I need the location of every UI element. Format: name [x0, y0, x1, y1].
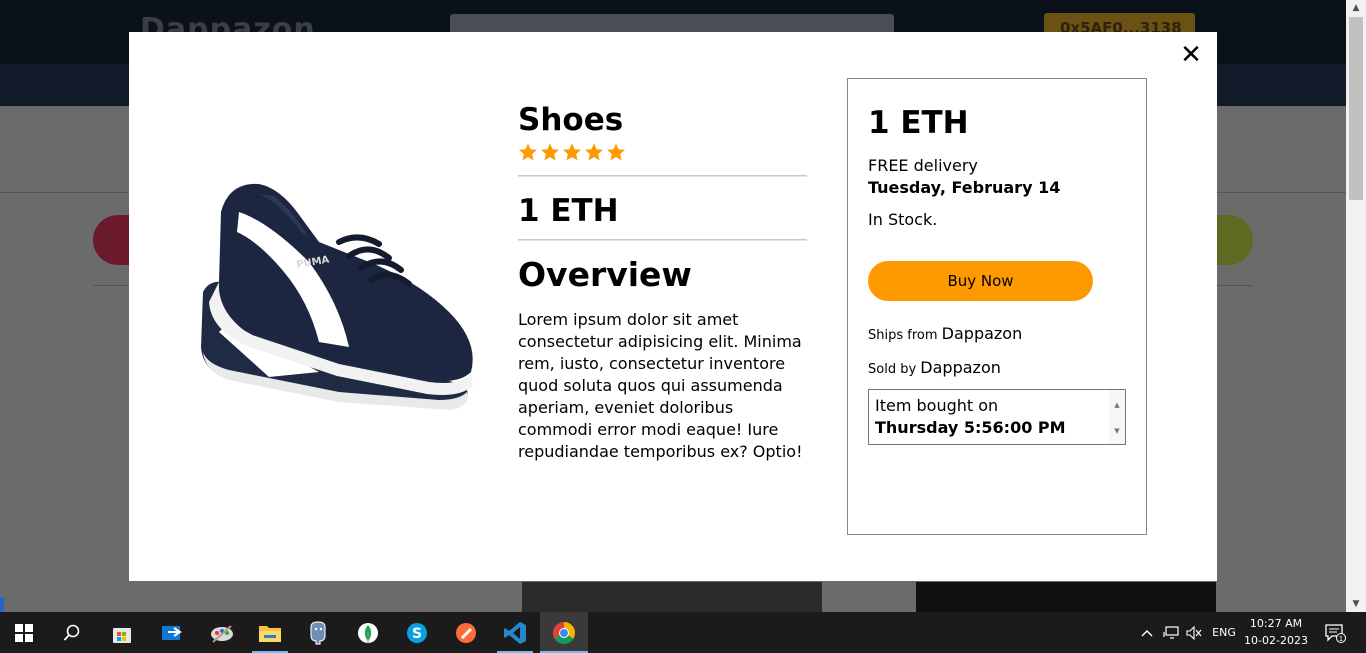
mongodb-icon[interactable] [344, 612, 392, 653]
page-scrollbar[interactable]: ▲ ▼ [1346, 0, 1366, 612]
chevron-up-icon[interactable] [1136, 612, 1158, 653]
product-card[interactable] [0, 597, 4, 612]
divider [518, 175, 807, 177]
notification-count: 1 [1339, 634, 1343, 642]
product-price: 1 ETH [518, 193, 619, 229]
star-icon [519, 143, 537, 161]
product-description: Lorem ipsum dolor sit amet consectetur a… [518, 310, 803, 461]
product-title: Shoes [518, 102, 624, 138]
postgresql-icon[interactable] [294, 612, 342, 653]
divider [518, 239, 807, 241]
ships-from-value: Dappazon [941, 324, 1023, 343]
svg-text:S: S [412, 626, 422, 642]
scrollbar-thumb[interactable] [1349, 17, 1363, 200]
sold-by-label: Sold by [868, 362, 917, 377]
clock-date: 10-02-2023 [1244, 634, 1308, 647]
postman-icon[interactable] [442, 612, 490, 653]
bought-label: Item bought on [875, 396, 999, 415]
volume-muted-icon[interactable] [1183, 612, 1205, 653]
windows-start-icon[interactable] [0, 612, 48, 653]
clock-time: 10:27 AM [1249, 617, 1303, 630]
rating-stars [518, 142, 807, 168]
bought-time: Thursday 5:56:00 PM [875, 418, 1066, 437]
notification-icon[interactable]: 1 [1318, 612, 1352, 653]
delivery-date: Tuesday, February 14 [868, 178, 1061, 197]
order-panel: 1 ETH FREE delivery Tuesday, February 14… [847, 78, 1147, 535]
ships-from-label: Ships from [868, 328, 938, 343]
file-explorer-icon[interactable] [246, 612, 294, 653]
box-scrollbar[interactable]: ▲ ▼ [1109, 390, 1125, 444]
sneaker-image: PUMA [201, 183, 473, 410]
star-icon [585, 143, 603, 161]
search-icon[interactable] [48, 612, 96, 653]
star-icon [607, 143, 625, 161]
sold-by: Sold by Dappazon [868, 357, 1126, 381]
skype-icon[interactable]: S [393, 612, 441, 653]
vscode-icon[interactable] [491, 612, 539, 653]
product-card[interactable] [916, 582, 1216, 612]
taskbar: S ENG 10:27 AM 10-02-2023 1 [0, 612, 1366, 653]
paint-icon[interactable] [198, 612, 246, 653]
product-card[interactable] [522, 582, 822, 612]
overview-heading: Overview [518, 255, 692, 294]
product-overview: Shoes 1 ETH Overview Lorem ipsum dolor s… [518, 100, 807, 463]
chrome-icon[interactable] [540, 612, 588, 653]
product-modal: ✕ PUMA Shoes 1 ETH Overview Lorem ipsum … [129, 32, 1217, 581]
scroll-down-arrow-icon[interactable]: ▼ [1346, 596, 1366, 612]
star-icon [563, 143, 581, 161]
delivery-label: FREE delivery [868, 156, 978, 175]
purchase-history-box[interactable]: Item bought on Thursday 5:56:00 PM ▲ ▼ [868, 389, 1126, 445]
ships-from: Ships from Dappazon [868, 323, 1126, 347]
scroll-up-arrow-icon[interactable]: ▲ [1109, 394, 1125, 416]
close-icon[interactable]: ✕ [1179, 42, 1203, 68]
stock-status: In Stock. [868, 210, 938, 229]
mail-icon[interactable] [148, 612, 196, 653]
microsoft-store-icon[interactable] [98, 612, 146, 653]
scroll-down-arrow-icon[interactable]: ▼ [1109, 420, 1125, 442]
star-icon [541, 143, 559, 161]
scroll-up-arrow-icon[interactable]: ▲ [1346, 0, 1366, 16]
sold-by-value: Dappazon [920, 358, 1001, 377]
buy-now-button[interactable]: Buy Now [868, 261, 1093, 301]
system-clock[interactable]: 10:27 AM 10-02-2023 [1236, 615, 1316, 649]
network-icon[interactable] [1160, 612, 1182, 653]
order-price: 1 ETH [868, 105, 969, 141]
